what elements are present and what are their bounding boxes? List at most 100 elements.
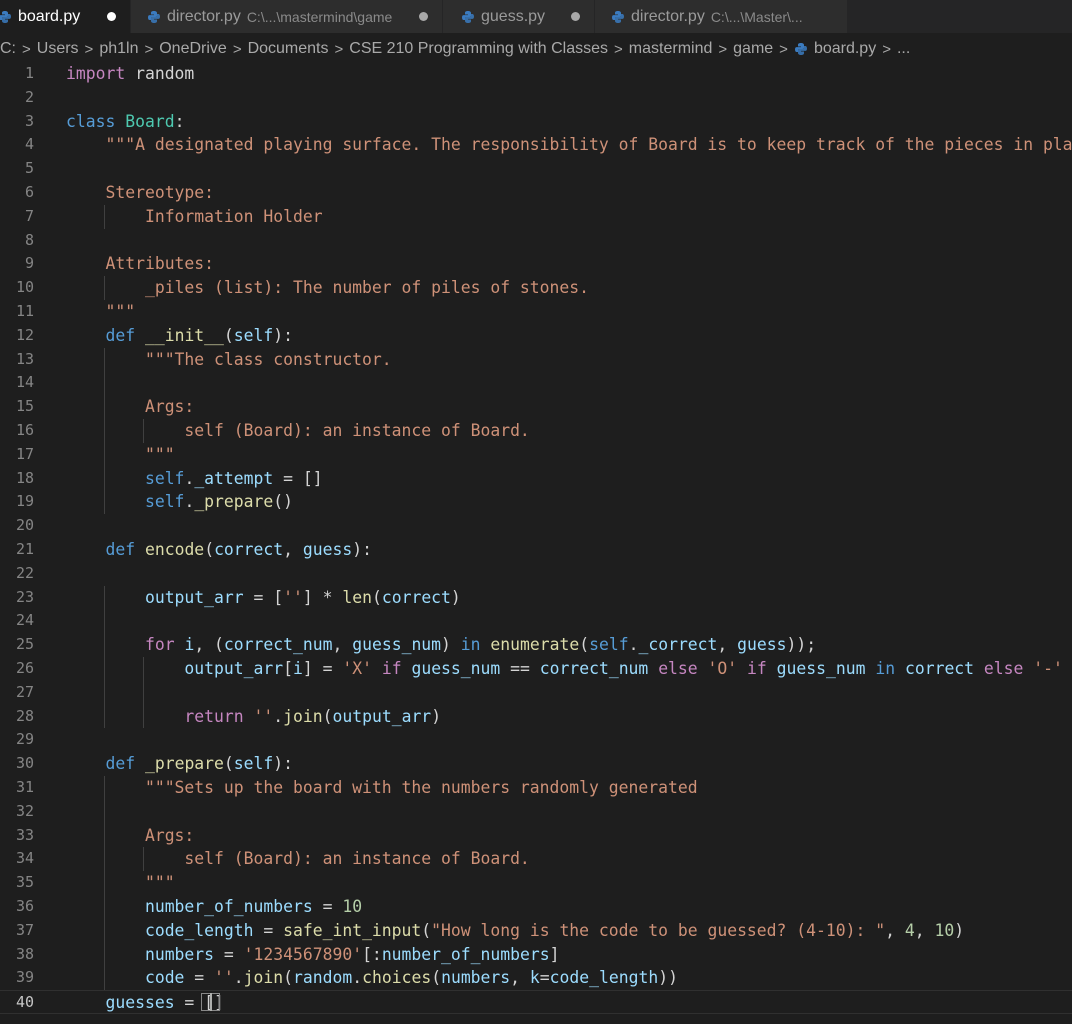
breadcrumb-item[interactable]: Documents: [248, 40, 329, 58]
line-number: 38: [15, 944, 34, 963]
code-line[interactable]: 5: [0, 157, 1072, 181]
line-number: 3: [24, 111, 34, 130]
line-number: 1: [24, 64, 34, 82]
code-line[interactable]: 12 def __init__(self):: [0, 324, 1072, 348]
tab-director-py[interactable]: director.py C:\...\mastermind\game: [131, 0, 443, 33]
tab-path: C:\...\Master\...: [710, 8, 803, 25]
chevron-right-icon: >: [882, 40, 891, 58]
tab-board-py[interactable]: board.py: [0, 0, 131, 33]
code-line[interactable]: 21 def encode(correct, guess):: [0, 538, 1072, 562]
python-file-icon: [0, 10, 11, 23]
code-line[interactable]: 38 numbers = '1234567890'[:number_of_num…: [0, 943, 1072, 967]
code-line[interactable]: 3 class Board:: [0, 110, 1072, 134]
code-text: def encode(correct, guess):: [105, 540, 372, 559]
code-text: numbers = '1234567890'[:number_of_number…: [144, 944, 560, 964]
code-line[interactable]: 37 code_length = safe_int_input("How lon…: [0, 919, 1072, 943]
breadcrumb-item[interactable]: CSE 210 Programming with Classes: [349, 40, 608, 58]
code-line[interactable]: 28 return ''.join(output_arr): [0, 705, 1072, 729]
line-number: 33: [15, 825, 34, 844]
line-number: 22: [15, 563, 34, 582]
code-line[interactable]: 1 import random: [0, 62, 1072, 86]
breadcrumb-file[interactable]: board.py: [794, 40, 876, 58]
line-number: 40: [15, 993, 34, 1012]
code-text: class Board:: [66, 111, 185, 131]
line-number: 17: [15, 444, 34, 463]
code-line[interactable]: 26 output_arr[i] = 'X' if guess_num == c…: [0, 657, 1072, 681]
unsaved-dot-icon[interactable]: [419, 12, 428, 21]
chevron-right-icon: >: [718, 40, 728, 58]
line-number: 35: [15, 873, 34, 892]
tab-path: C:\...\mastermind\game: [246, 8, 393, 25]
code-text: code = ''.join(random.choices(numbers, k…: [144, 968, 678, 988]
code-line[interactable]: 35 """: [0, 871, 1072, 895]
line-number: 37: [15, 920, 34, 939]
code-text: Stereotype:: [105, 183, 215, 202]
indent-guide: [142, 847, 144, 872]
code-line[interactable]: 39 code = ''.join(random.choices(numbers…: [0, 966, 1072, 990]
text-cursor: [210, 993, 213, 1011]
code-line[interactable]: 16 self (Board): an instance of Board.: [0, 419, 1072, 443]
code-text: Attributes:: [105, 254, 215, 274]
tab-director-py-2[interactable]: director.py C:\...\Master\...: [595, 0, 848, 33]
breadcrumb-item[interactable]: ...: [897, 40, 910, 58]
unsaved-dot-icon[interactable]: [571, 12, 580, 21]
code-line[interactable]: 8: [0, 229, 1072, 253]
code-line[interactable]: 10 _piles (list): The number of piles of…: [0, 276, 1072, 300]
chevron-right-icon: >: [334, 40, 344, 58]
code-text: self._prepare(): [144, 492, 294, 512]
code-text: """: [105, 302, 136, 321]
code-line[interactable]: 17 """: [0, 443, 1072, 467]
line-number: 7: [24, 206, 34, 225]
code-line[interactable]: 30 def _prepare(self):: [0, 752, 1072, 776]
line-number: 26: [15, 659, 34, 677]
line-number: 29: [15, 730, 34, 749]
line-number: 23: [15, 587, 34, 606]
code-line[interactable]: 15 Args:: [0, 395, 1072, 419]
breadcrumb-item[interactable]: Users: [37, 40, 79, 58]
code-line[interactable]: 25 for i, (correct_num, guess_num) in en…: [0, 633, 1072, 657]
code-line[interactable]: 20: [0, 514, 1072, 538]
code-line[interactable]: 24: [0, 609, 1072, 633]
code-line[interactable]: 19 self._prepare(): [0, 490, 1072, 514]
code-editor[interactable]: 1 import random 2 3 class Board: 4 """A desig…: [0, 62, 1072, 1024]
line-number: 24: [15, 611, 34, 630]
indent-guide: [104, 347, 106, 515]
breadcrumb-item[interactable]: mastermind: [629, 40, 713, 58]
chevron-right-icon: >: [84, 40, 94, 58]
line-number: 34: [15, 849, 34, 868]
code-text: import random: [66, 64, 195, 83]
line-number: 9: [24, 254, 34, 273]
code-line[interactable]: 36 number_of_numbers = 10: [0, 895, 1072, 919]
line-number: 4: [24, 135, 34, 154]
code-line[interactable]: 31 """Sets up the board with the numbers…: [0, 776, 1072, 800]
breadcrumb-item[interactable]: ph1ln: [99, 40, 138, 58]
breadcrumb-item[interactable]: game: [733, 40, 773, 58]
code-line[interactable]: 7 Information Holder: [0, 205, 1072, 229]
code-line[interactable]: 27: [0, 681, 1072, 705]
code-line[interactable]: 2: [0, 86, 1072, 110]
unsaved-dot-icon[interactable]: [107, 12, 116, 21]
code-line[interactable]: 40 guesses = []: [0, 990, 1072, 1014]
code-line[interactable]: 4 """A designated playing surface. The r…: [0, 133, 1072, 157]
line-number: 12: [15, 325, 34, 344]
code-text: output_arr = [''] * len(correct): [144, 587, 461, 607]
line-number: 6: [24, 183, 34, 201]
code-line[interactable]: 13 """The class constructor.: [0, 348, 1072, 372]
code-line[interactable]: 32: [0, 800, 1072, 824]
code-line[interactable]: 29: [0, 728, 1072, 752]
code-line[interactable]: 22: [0, 562, 1072, 586]
code-line[interactable]: 11 """: [0, 300, 1072, 324]
code-line[interactable]: 6 Stereotype:: [0, 181, 1072, 205]
indent-guide: [104, 776, 106, 991]
code-line[interactable]: 18 self._attempt = []: [0, 467, 1072, 491]
code-line[interactable]: 34 self (Board): an instance of Board.: [0, 847, 1072, 871]
code-line[interactable]: 14: [0, 371, 1072, 395]
tab-guess-py[interactable]: guess.py: [443, 0, 595, 33]
breadcrumb-item[interactable]: OneDrive: [159, 40, 227, 58]
code-line[interactable]: 23 output_arr = [''] * len(correct): [0, 586, 1072, 610]
code-line[interactable]: 9 Attributes:: [0, 252, 1072, 276]
breadcrumb-item[interactable]: C:: [0, 40, 16, 58]
code-line[interactable]: 33 Args:: [0, 824, 1072, 848]
line-number: 20: [15, 516, 34, 535]
code-text: """: [144, 873, 175, 893]
